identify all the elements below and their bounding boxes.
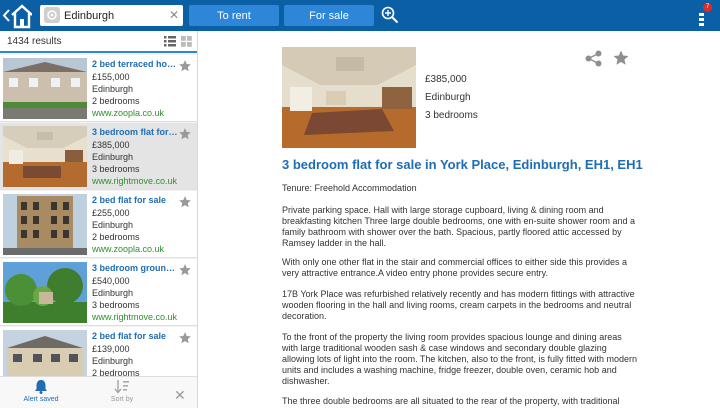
favorite-star-icon[interactable]: [612, 49, 630, 67]
property-detail: £385,000 Edinburgh 3 bedrooms 3 bedroom …: [198, 31, 720, 408]
item-source: www.zoopla.co.uk: [92, 244, 165, 254]
item-source: www.rightmove.co.uk: [92, 176, 178, 186]
property-photo: [3, 194, 87, 255]
property-main-photo[interactable]: [282, 47, 416, 148]
list-item[interactable]: 3 bedroom flat for sale £385,000 Edinbur…: [0, 123, 197, 190]
star-icon[interactable]: [178, 195, 192, 209]
item-source: www.zoopla.co.uk: [92, 108, 165, 118]
search-input[interactable]: [64, 6, 164, 25]
description-paragraph: The three double bedrooms are all situat…: [282, 396, 620, 406]
item-city: Edinburgh: [92, 288, 134, 298]
sort-by-button[interactable]: Sort by: [92, 379, 152, 403]
item-price: £255,000: [92, 208, 130, 218]
detail-bedrooms: 3 bedrooms: [425, 110, 478, 121]
bell-icon: [35, 380, 47, 394]
detail-title: 3 bedroom flat for sale in York Place, E…: [282, 157, 643, 172]
description-paragraph: 17B York Place was refurbished relativel…: [282, 289, 635, 321]
detail-city: Edinburgh: [425, 92, 471, 103]
list-item[interactable]: 2 bed flat for sale £255,000 Edinburgh 2…: [0, 191, 197, 258]
sort-by-label: Sort by: [110, 396, 134, 403]
item-bedrooms: 3 bedrooms: [92, 164, 140, 174]
results-header: 1434 results: [0, 31, 197, 53]
item-price: £385,000: [92, 140, 130, 150]
star-icon[interactable]: [178, 59, 192, 73]
results-count: 1434 results: [7, 36, 62, 47]
star-icon[interactable]: [178, 331, 192, 345]
star-icon[interactable]: [178, 263, 192, 277]
results-panel: 1434 results 2 bed terraced house for sa…: [0, 31, 198, 408]
item-price: £155,000: [92, 72, 130, 82]
item-city: Edinburgh: [92, 356, 134, 366]
notification-badge: 7: [703, 3, 712, 12]
close-icon[interactable]: ✕: [174, 387, 186, 404]
item-title: 2 bed flat for sale: [92, 195, 167, 205]
item-title: 2 bed flat for sale: [92, 331, 167, 341]
alert-saved-label: Alert saved: [23, 396, 59, 403]
item-bedrooms: 2 bedrooms: [92, 96, 140, 106]
item-city: Edinburgh: [92, 152, 134, 162]
property-photo: [3, 262, 87, 323]
description-paragraph: With only one other flat in the stair an…: [282, 257, 628, 278]
alert-saved-button[interactable]: Alert saved: [11, 379, 71, 403]
detail-price: £385,000: [425, 74, 467, 85]
detail-tenure: Tenure: Freehold Accommodation: [282, 183, 417, 193]
property-photo: [3, 58, 87, 119]
search-box[interactable]: ✕: [40, 5, 183, 26]
bottom-action-bar: Alert saved Sort by ✕: [0, 376, 197, 408]
star-icon[interactable]: [178, 127, 192, 141]
list-view-icon[interactable]: [164, 36, 176, 47]
item-city: Edinburgh: [92, 84, 134, 94]
top-bar: ✕ To rent For sale 7: [0, 0, 720, 31]
location-icon: [44, 7, 60, 23]
item-price: £540,000: [92, 276, 130, 286]
clear-icon[interactable]: ✕: [169, 8, 179, 22]
list-item[interactable]: 2 bed terraced house for sale £155,000 E…: [0, 55, 197, 122]
item-city: Edinburgh: [92, 220, 134, 230]
share-icon[interactable]: [585, 50, 602, 67]
item-title: 3 bedroom ground floor flat for sale: [92, 263, 180, 273]
item-title: 3 bedroom flat for sale: [92, 127, 180, 137]
zoom-in-icon[interactable]: [381, 6, 399, 24]
item-title: 2 bed terraced house for sale: [92, 59, 180, 69]
to-rent-button[interactable]: To rent: [189, 5, 279, 26]
item-bedrooms: 3 bedrooms: [92, 300, 140, 310]
property-photo: [3, 126, 87, 187]
grid-view-icon[interactable]: [181, 36, 192, 47]
item-price: £139,000: [92, 344, 130, 354]
home-icon[interactable]: [2, 2, 32, 29]
item-source: www.rightmove.co.uk: [92, 312, 178, 322]
item-bedrooms: 2 bedrooms: [92, 232, 140, 242]
for-sale-button[interactable]: For sale: [284, 5, 374, 26]
list-item[interactable]: 3 bedroom ground floor flat for sale £54…: [0, 259, 197, 326]
description-paragraph: To the front of the property the living …: [282, 332, 638, 386]
description-paragraph: Private parking space. Hall with large s…: [282, 205, 636, 248]
sort-icon: [114, 380, 129, 394]
